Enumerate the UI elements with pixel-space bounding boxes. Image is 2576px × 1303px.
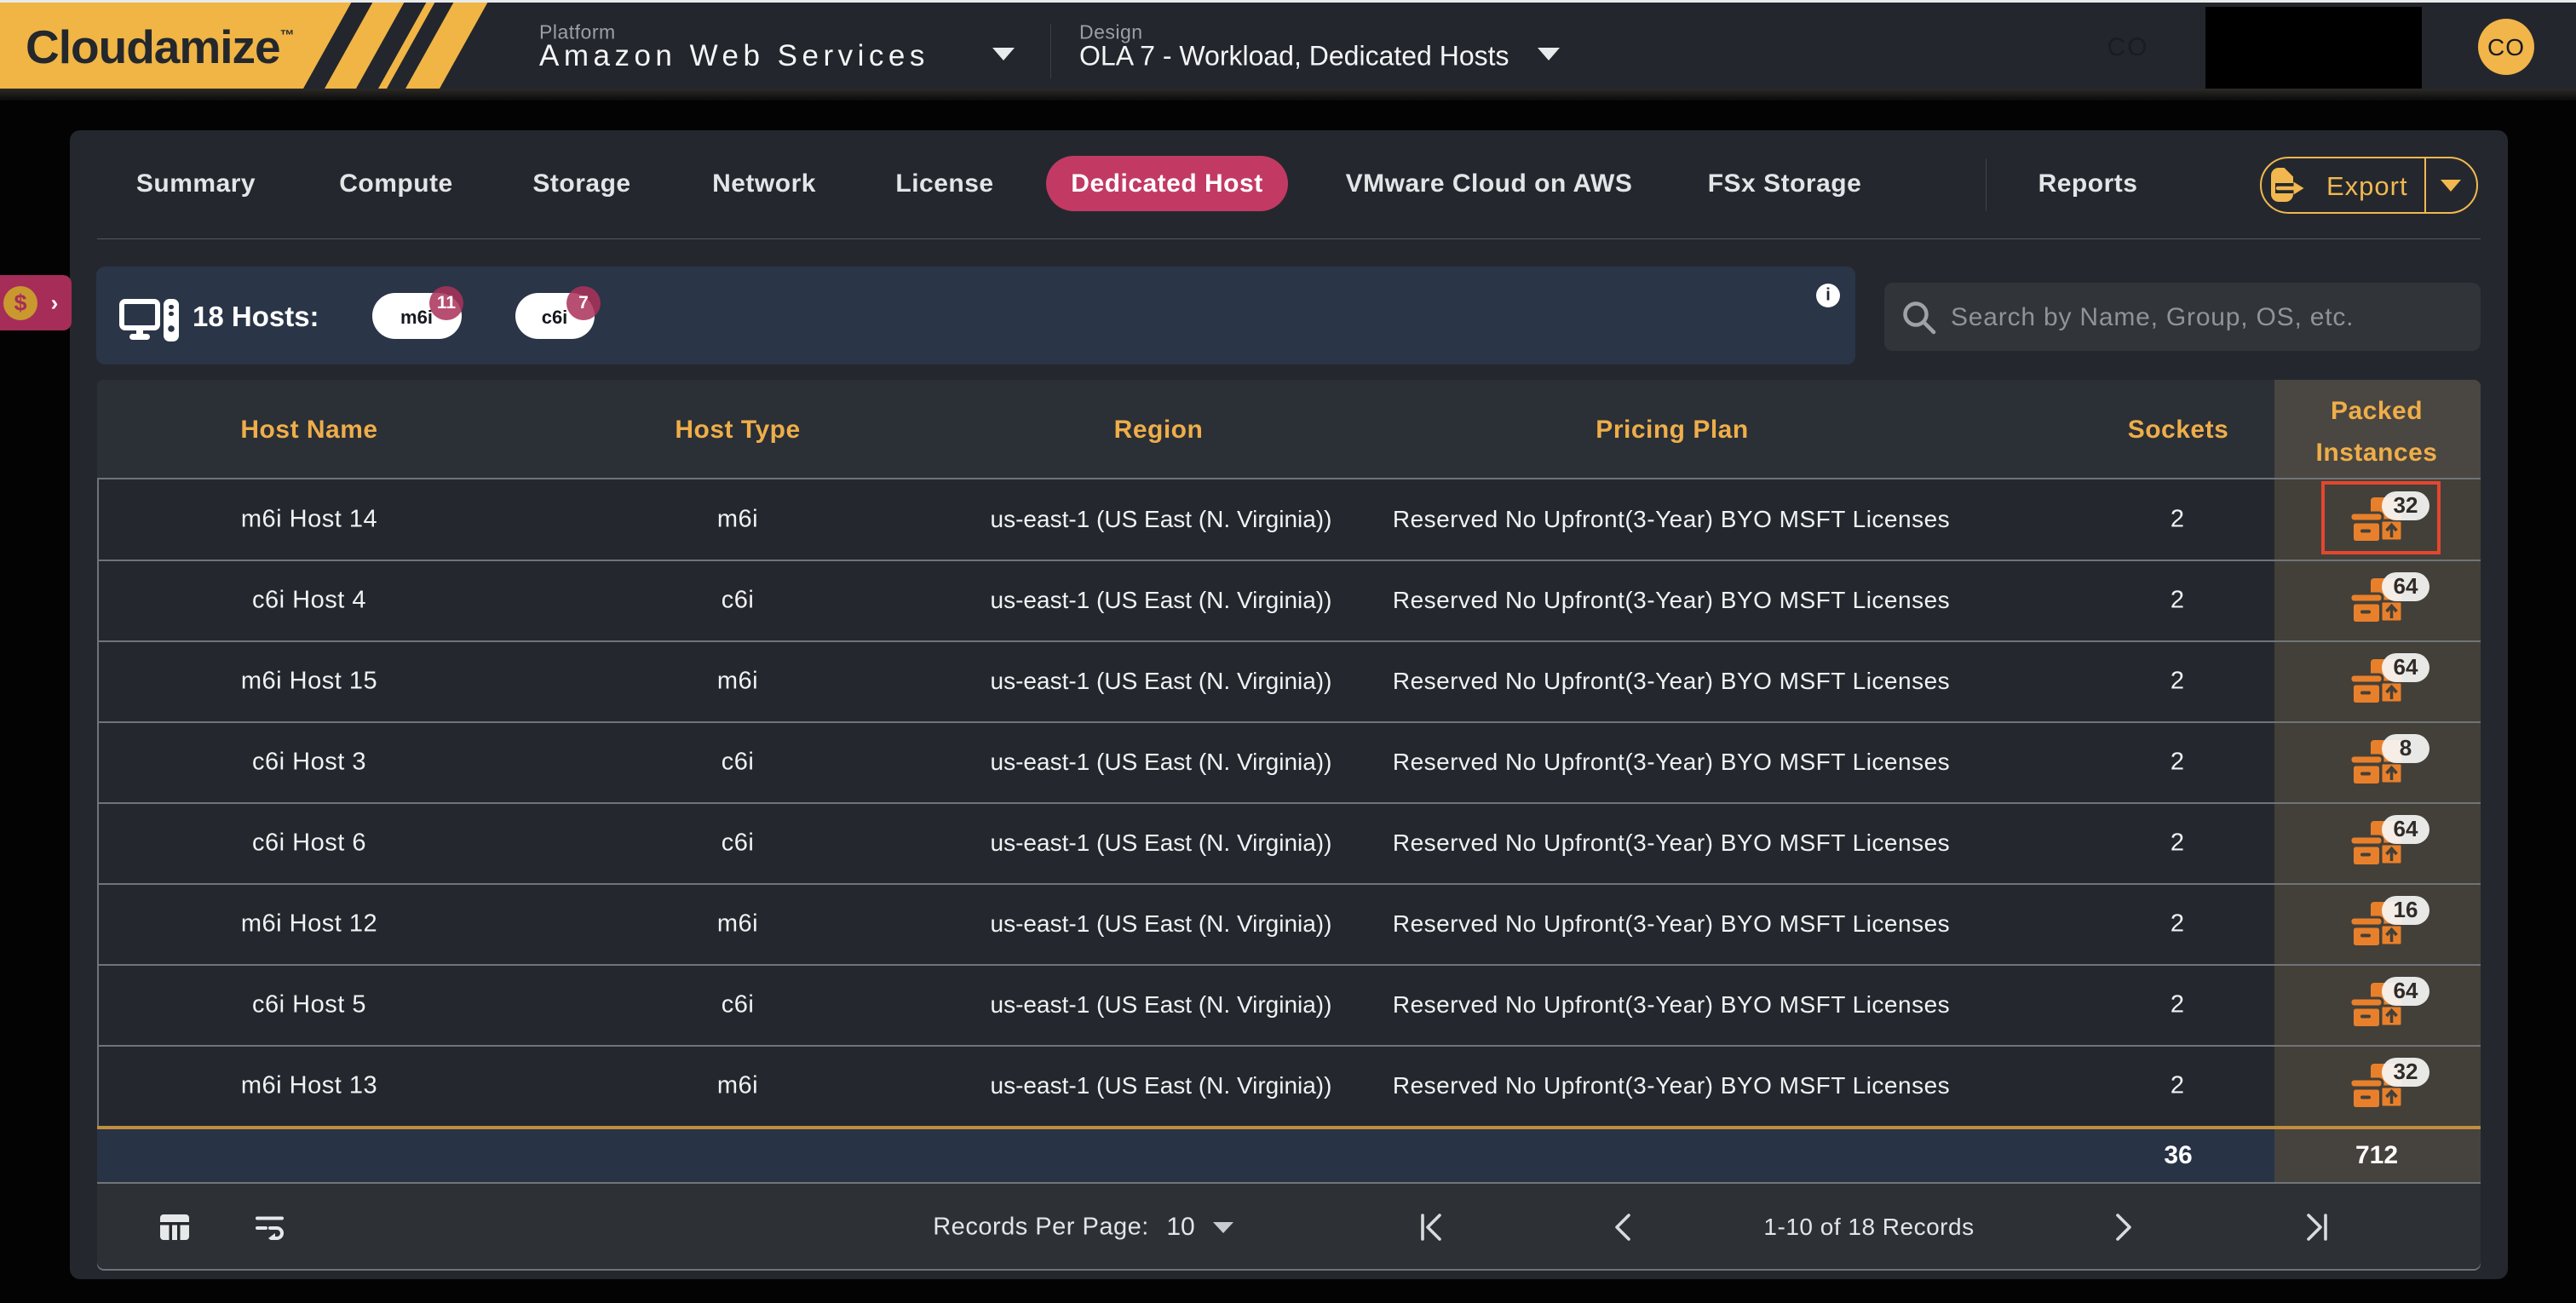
svg-text:64: 64 [2394, 573, 2418, 599]
svg-text:32: 32 [2394, 1059, 2418, 1084]
svg-text:64: 64 [2394, 816, 2418, 841]
svg-text:16: 16 [2394, 897, 2418, 922]
svg-text:32: 32 [2394, 492, 2418, 518]
svg-text:64: 64 [2394, 654, 2418, 680]
svg-text:64: 64 [2394, 978, 2418, 1003]
svg-text:8: 8 [2400, 735, 2412, 761]
